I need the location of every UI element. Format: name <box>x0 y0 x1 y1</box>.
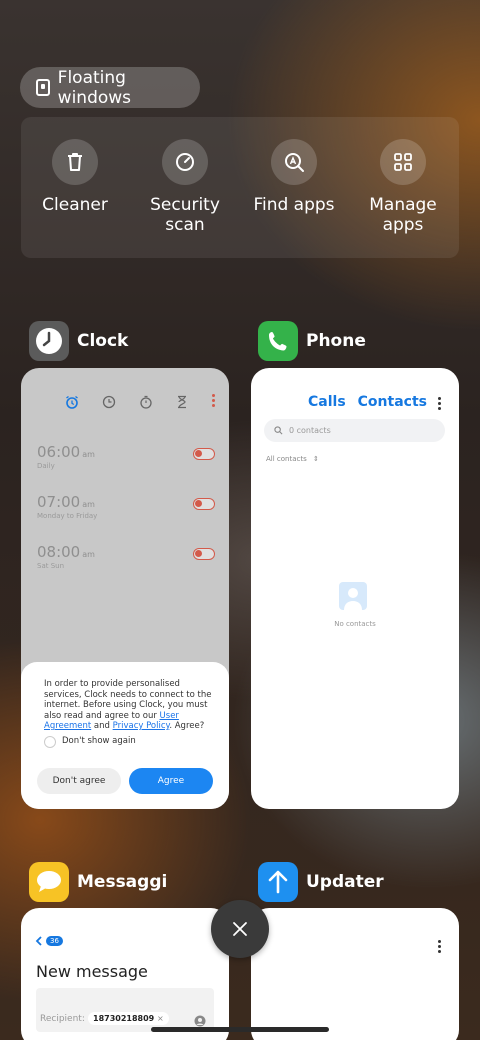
sort-arrows-icon: ⇕ <box>312 455 319 463</box>
phone-tab-bar: Calls Contacts <box>308 394 427 410</box>
alarm-item[interactable]: 07:00 am Monday to Friday <box>37 492 215 520</box>
alarm-item[interactable]: 08:00 am Sat Sun <box>37 542 215 570</box>
floating-windows-label: Floating windows <box>57 67 132 108</box>
alarm-ampm: am <box>82 550 95 559</box>
floating-windows-button[interactable]: Floating windows <box>20 67 200 108</box>
home-indicator[interactable] <box>151 1027 329 1032</box>
contacts-search-input[interactable]: 0 contacts <box>264 419 445 442</box>
phone-app-name: Phone <box>306 331 366 351</box>
alarm-toggle[interactable] <box>193 448 215 460</box>
recipient-chip[interactable]: 18730218809 × <box>88 1012 169 1025</box>
consent-text-part: In order to provide personalised service… <box>44 679 212 721</box>
updater-app-icon <box>258 862 298 902</box>
alarm-ampm: am <box>82 450 95 459</box>
close-icon <box>233 922 247 936</box>
phone-app-card[interactable]: Calls Contacts 0 contacts All contacts ⇕… <box>251 368 459 809</box>
messaggi-app-card[interactable]: 36 New message Recipient: 18730218809 × <box>21 908 229 1040</box>
dont-show-again-label: Don't show again <box>62 736 136 747</box>
updater-more-icon[interactable] <box>438 940 441 955</box>
tab-contacts[interactable]: Contacts <box>358 394 427 410</box>
floating-window-icon <box>36 79 50 96</box>
cleaner-label: Cleaner <box>42 195 108 215</box>
alarm-ampm: am <box>82 500 95 509</box>
alarm-icon[interactable] <box>65 394 79 413</box>
recipient-number: 18730218809 <box>93 1014 155 1023</box>
manage-apps-button[interactable]: Manage apps <box>353 139 453 235</box>
alarm-days: Monday to Friday <box>37 512 98 520</box>
messaggi-app-icon <box>29 862 69 902</box>
find-apps-icon <box>271 139 317 185</box>
alarm-days: Daily <box>37 462 55 470</box>
trash-icon <box>52 139 98 185</box>
alarm-time: 07:00 <box>37 493 81 511</box>
phone-more-icon[interactable] <box>438 397 441 412</box>
search-icon <box>274 426 283 435</box>
stopwatch-icon[interactable] <box>139 394 153 413</box>
privacy-policy-link[interactable]: Privacy Policy <box>113 721 170 731</box>
back-button[interactable]: 36 <box>35 936 63 946</box>
messaggi-app-header[interactable]: Messaggi <box>29 862 167 902</box>
empty-contacts-icon <box>339 582 367 610</box>
security-icon <box>162 139 208 185</box>
grid-icon <box>380 139 426 185</box>
cleaner-button[interactable]: Cleaner <box>25 139 125 215</box>
dialog-buttons: Don't agree Agree <box>37 768 213 794</box>
updater-app-name: Updater <box>306 872 384 892</box>
timer-icon[interactable] <box>175 394 189 413</box>
alarm-toggle[interactable] <box>193 548 215 560</box>
recipient-label: Recipient: <box>40 1014 85 1024</box>
dont-show-again-checkbox[interactable] <box>44 735 56 748</box>
clock-app-icon <box>29 321 69 361</box>
search-placeholder: 0 contacts <box>289 426 331 435</box>
alarm-time: 06:00 <box>37 443 81 461</box>
find-apps-label: Find apps <box>253 195 335 215</box>
security-scan-button[interactable]: Security scan <box>135 139 235 235</box>
dont-show-again-row[interactable]: Don't show again <box>44 735 213 748</box>
clear-all-button[interactable] <box>211 900 269 958</box>
remove-recipient-icon[interactable]: × <box>157 1014 164 1023</box>
manage-apps-label: Manage apps <box>369 195 437 235</box>
recipient-field[interactable]: Recipient: 18730218809 × <box>36 988 214 1032</box>
clock-tab-bar <box>65 394 215 413</box>
new-message-title: New message <box>36 962 148 981</box>
contacts-filter-dropdown[interactable]: All contacts ⇕ <box>266 455 319 463</box>
alarm-time: 08:00 <box>37 543 81 561</box>
messaggi-app-name: Messaggi <box>77 872 168 892</box>
clock-more-icon[interactable] <box>212 394 215 413</box>
unread-count-badge: 36 <box>46 936 63 946</box>
clock-app-name: Clock <box>77 331 129 351</box>
consent-text-part: . Agree? <box>169 721 205 731</box>
clock-app-header[interactable]: Clock <box>29 321 128 361</box>
chevron-left-icon <box>35 936 42 946</box>
world-clock-icon[interactable] <box>102 394 116 413</box>
alarm-item[interactable]: 06:00 am Daily <box>37 442 215 470</box>
dont-agree-button[interactable]: Don't agree <box>37 768 121 794</box>
updater-app-header[interactable]: Updater <box>258 862 384 902</box>
consent-text: In order to provide personalised service… <box>44 679 213 732</box>
empty-contacts-text: No contacts <box>334 620 376 628</box>
phone-app-header[interactable]: Phone <box>258 321 366 361</box>
security-scan-label: Security scan <box>150 195 220 235</box>
clock-app-card[interactable]: 06:00 am Daily 07:00 am Monday to Friday 0… <box>21 368 229 809</box>
updater-app-card[interactable] <box>251 908 459 1040</box>
tab-calls[interactable]: Calls <box>308 394 346 410</box>
quick-tools-panel: Cleaner Security scan Find apps Manage a… <box>21 117 459 258</box>
filter-label: All contacts <box>266 455 307 463</box>
alarm-days: Sat Sun <box>37 562 65 570</box>
alarm-toggle[interactable] <box>193 498 215 510</box>
agree-button[interactable]: Agree <box>129 768 213 794</box>
phone-app-icon <box>258 321 298 361</box>
internet-consent-dialog: In order to provide personalised service… <box>21 662 229 809</box>
find-apps-button[interactable]: Find apps <box>244 139 344 215</box>
consent-text-part: and <box>93 721 110 731</box>
